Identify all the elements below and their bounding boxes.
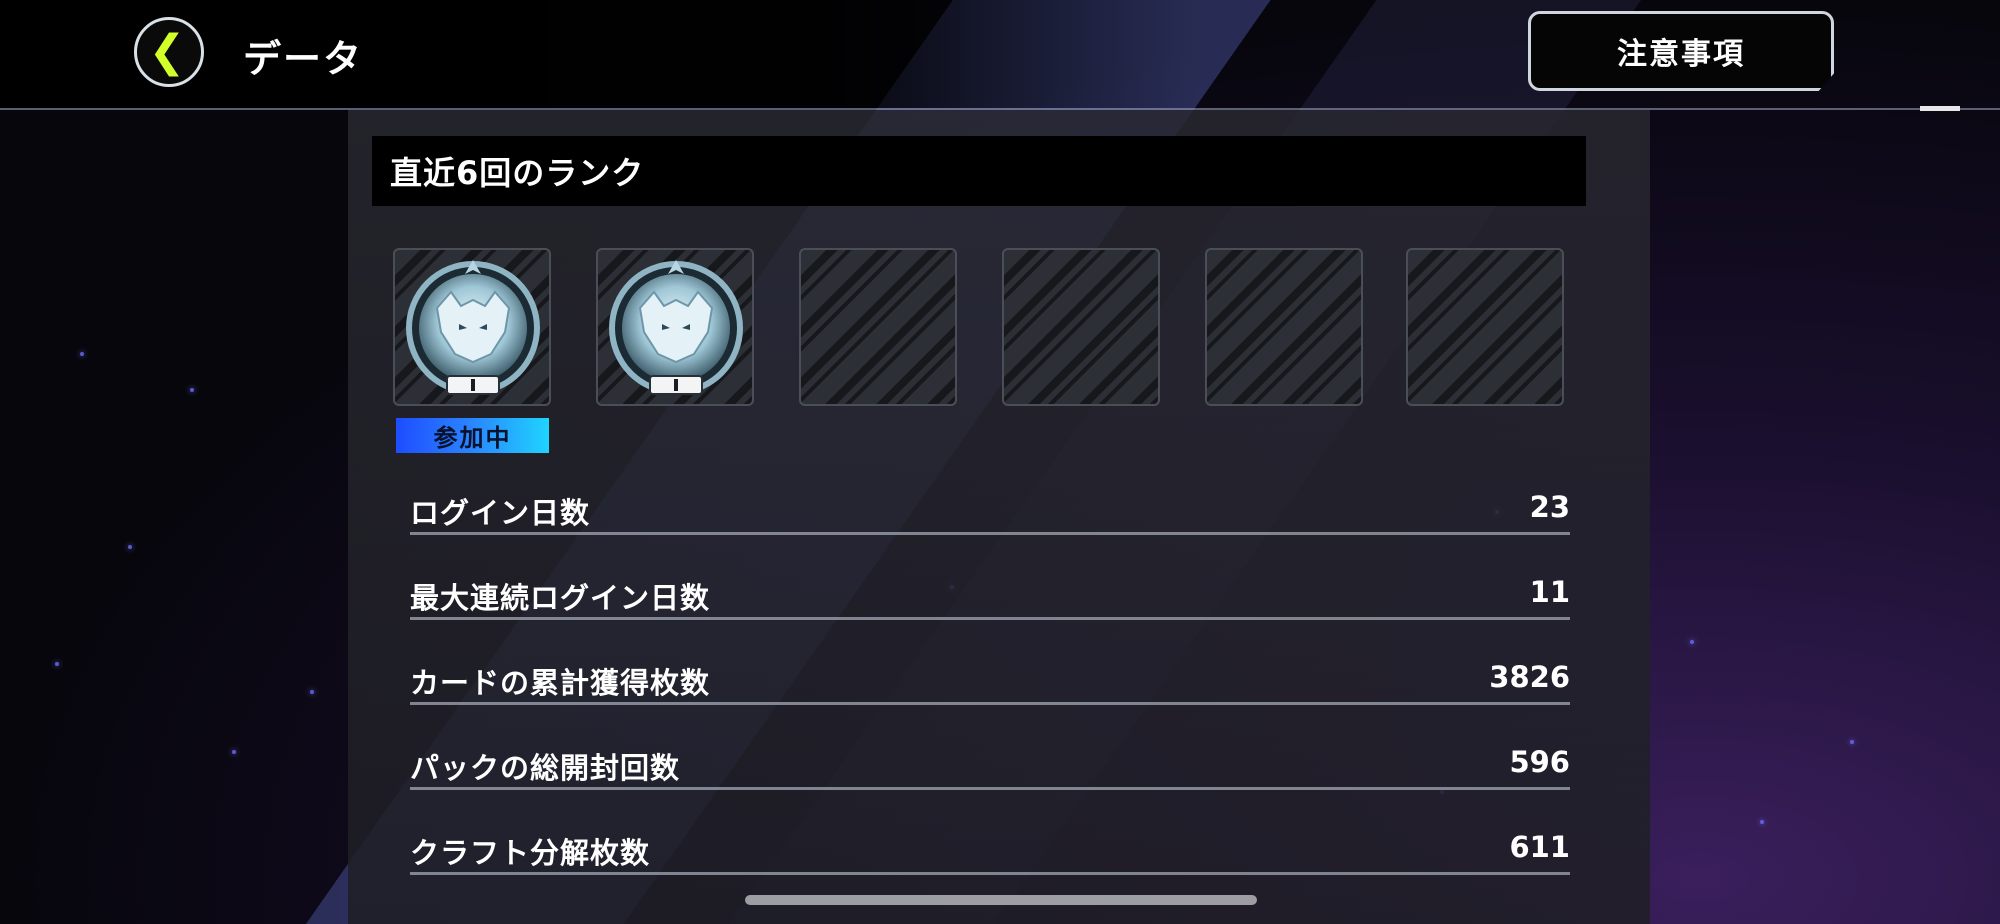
sparkle xyxy=(190,388,194,392)
row-divider xyxy=(410,702,1570,705)
stat-value: 11 xyxy=(1529,575,1570,609)
row-divider xyxy=(410,787,1570,790)
stat-row-login-days: ログイン日数 23 xyxy=(410,490,1570,535)
sparkle xyxy=(1690,640,1694,644)
stat-label: カードの累計獲得枚数 xyxy=(410,666,711,700)
stat-label: パックの総開封回数 xyxy=(410,751,681,785)
stat-value: 611 xyxy=(1509,830,1570,864)
stat-row-max-consecutive-login: 最大連続ログイン日数 11 xyxy=(410,575,1570,620)
active-status-badge: 参加中 xyxy=(396,418,549,453)
corner-mark xyxy=(1920,106,1960,111)
wolf-rank-emblem-icon xyxy=(609,260,743,395)
rank-slot-1[interactable] xyxy=(393,248,551,406)
stat-value: 3826 xyxy=(1489,660,1570,694)
recent-ranks-header: 直近6回のランク xyxy=(372,136,1586,206)
rank-slot-4 xyxy=(1002,248,1160,406)
sparkle xyxy=(310,690,314,694)
stat-row-craft-dismantle: クラフト分解枚数 611 xyxy=(410,830,1570,875)
sparkle xyxy=(1850,740,1854,744)
rank-slot-2[interactable] xyxy=(596,248,754,406)
stat-label: ログイン日数 xyxy=(410,496,591,530)
sparkle xyxy=(1760,820,1764,824)
page-title: データ xyxy=(243,37,364,81)
notice-button[interactable]: 注意事項 xyxy=(1528,11,1834,91)
row-divider xyxy=(410,532,1570,535)
rank-slot-6 xyxy=(1406,248,1564,406)
wolf-rank-emblem-icon xyxy=(406,260,540,395)
stat-value: 23 xyxy=(1529,490,1570,524)
sparkle xyxy=(55,662,59,666)
rank-slot-3 xyxy=(799,248,957,406)
row-divider xyxy=(410,617,1570,620)
stat-row-cards-acquired: カードの累計獲得枚数 3826 xyxy=(410,660,1570,705)
sparkle xyxy=(232,750,236,754)
stat-label: 最大連続ログイン日数 xyxy=(410,581,711,615)
home-indicator[interactable] xyxy=(745,895,1257,905)
row-divider xyxy=(410,872,1570,875)
stat-row-packs-opened: パックの総開封回数 596 xyxy=(410,745,1570,790)
stat-label: クラフト分解枚数 xyxy=(410,836,651,870)
sparkle xyxy=(128,545,132,549)
back-button[interactable]: ❮ xyxy=(134,17,204,87)
sparkle xyxy=(80,352,84,356)
chevron-left-icon: ❮ xyxy=(148,26,186,77)
stat-value: 596 xyxy=(1509,745,1570,779)
rank-slot-5 xyxy=(1205,248,1363,406)
